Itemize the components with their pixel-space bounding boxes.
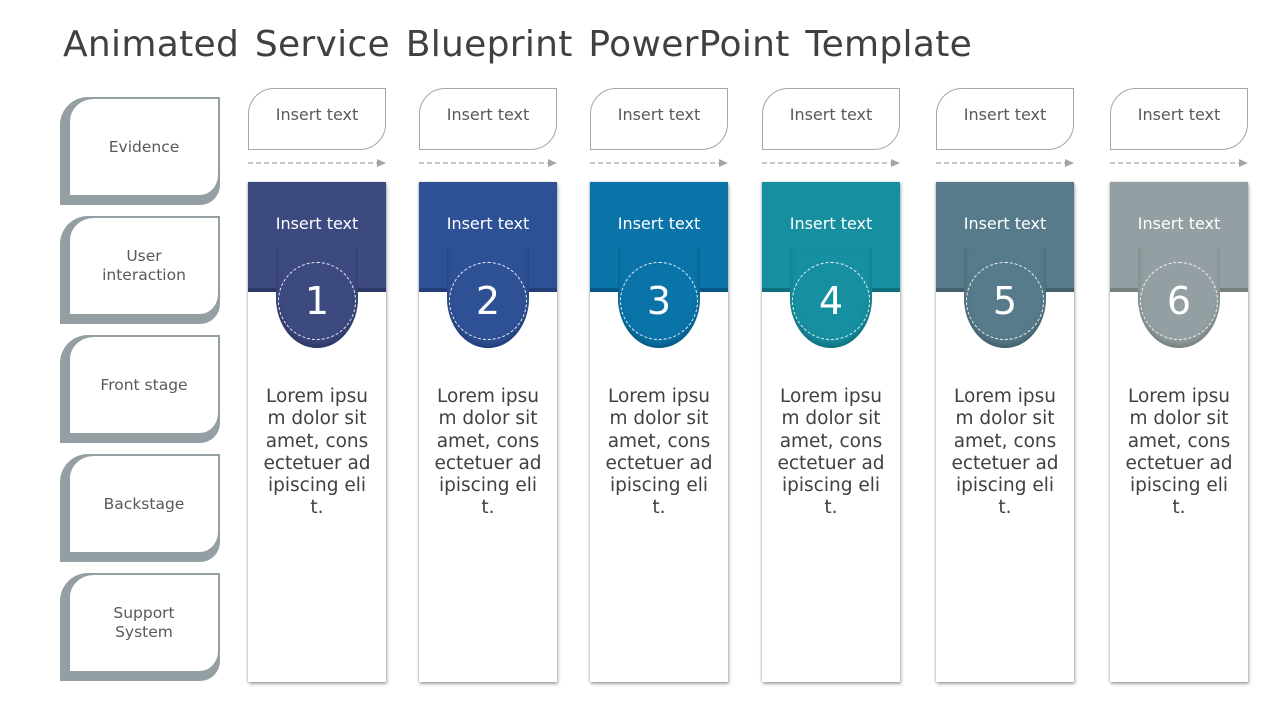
- row-label-text: Front stage: [70, 335, 220, 433]
- dashed-arrow-icon: [419, 159, 557, 167]
- step-card[interactable]: Insert text 5 Lorem ipsum dolor sit amet…: [936, 182, 1074, 682]
- step-card[interactable]: Insert text 3 Lorem ipsum dolor sit amet…: [590, 182, 728, 682]
- step-header-text: Insert text: [446, 214, 530, 233]
- step-column-2: Insert text Insert text 2 Lorem ipsum do…: [419, 88, 559, 688]
- row-label-front-stage[interactable]: Front stage: [60, 335, 222, 445]
- evidence-text: Insert text: [446, 104, 530, 124]
- step-body-text: Lorem ipsum dolor sit amet, consectetuer…: [951, 386, 1059, 519]
- evidence-text-box[interactable]: Insert text: [936, 88, 1074, 150]
- evidence-text-box[interactable]: Insert text: [248, 88, 386, 150]
- step-number: 4: [792, 262, 870, 340]
- step-body-text: Lorem ipsum dolor sit amet, consectetuer…: [263, 386, 371, 519]
- evidence-text: Insert text: [275, 104, 359, 124]
- step-header-text: Insert text: [789, 214, 873, 233]
- step-card[interactable]: Insert text 1 Lorem ipsum dolor sit amet…: [248, 182, 386, 682]
- step-number: 2: [449, 262, 527, 340]
- row-label-text: Evidence: [70, 97, 220, 195]
- step-card[interactable]: Insert text 2 Lorem ipsum dolor sit amet…: [419, 182, 557, 682]
- evidence-text-box[interactable]: Insert text: [419, 88, 557, 150]
- row-label-text: User interaction: [70, 216, 220, 314]
- evidence-text-box[interactable]: Insert text: [1110, 88, 1248, 150]
- step-header-text: Insert text: [275, 214, 359, 233]
- step-header-text: Insert text: [963, 214, 1047, 233]
- dashed-arrow-icon: [590, 159, 728, 167]
- step-body-text: Lorem ipsum dolor sit amet, consectetuer…: [1125, 386, 1233, 519]
- evidence-text-box[interactable]: Insert text: [762, 88, 900, 150]
- step-number: 6: [1140, 262, 1218, 340]
- step-card[interactable]: Insert text 6 Lorem ipsum dolor sit amet…: [1110, 182, 1248, 682]
- row-label-text: Backstage: [70, 454, 220, 552]
- slide-title: Animated Service Blueprint PowerPoint Te…: [63, 24, 973, 65]
- evidence-text: Insert text: [1137, 104, 1221, 124]
- step-body-text: Lorem ipsum dolor sit amet, consectetuer…: [777, 386, 885, 519]
- row-label-text: Support System: [70, 573, 220, 671]
- evidence-text: Insert text: [617, 104, 701, 124]
- step-body-text: Lorem ipsum dolor sit amet, consectetuer…: [605, 386, 713, 519]
- step-column-6: Insert text Insert text 6 Lorem ipsum do…: [1110, 88, 1250, 688]
- step-column-5: Insert text Insert text 5 Lorem ipsum do…: [936, 88, 1076, 688]
- step-body-text: Lorem ipsum dolor sit amet, consectetuer…: [434, 386, 542, 519]
- step-header-text: Insert text: [1137, 214, 1221, 233]
- step-column-1: Insert text Insert text 1 Lorem ipsum do…: [248, 88, 388, 688]
- evidence-text-box[interactable]: Insert text: [590, 88, 728, 150]
- row-label-support-system[interactable]: Support System: [60, 573, 222, 683]
- step-column-3: Insert text Insert text 3 Lorem ipsum do…: [590, 88, 730, 688]
- dashed-arrow-icon: [762, 159, 900, 167]
- dashed-arrow-icon: [248, 159, 386, 167]
- row-label-backstage[interactable]: Backstage: [60, 454, 222, 564]
- step-number: 3: [620, 262, 698, 340]
- step-number: 1: [278, 262, 356, 340]
- step-header-text: Insert text: [617, 214, 701, 233]
- evidence-text: Insert text: [963, 104, 1047, 124]
- step-number: 5: [966, 262, 1044, 340]
- dashed-arrow-icon: [1110, 159, 1248, 167]
- row-label-evidence[interactable]: Evidence: [60, 97, 222, 207]
- row-label-user-interaction[interactable]: User interaction: [60, 216, 222, 326]
- evidence-text: Insert text: [789, 104, 873, 124]
- step-column-4: Insert text Insert text 4 Lorem ipsum do…: [762, 88, 902, 688]
- step-card[interactable]: Insert text 4 Lorem ipsum dolor sit amet…: [762, 182, 900, 682]
- dashed-arrow-icon: [936, 159, 1074, 167]
